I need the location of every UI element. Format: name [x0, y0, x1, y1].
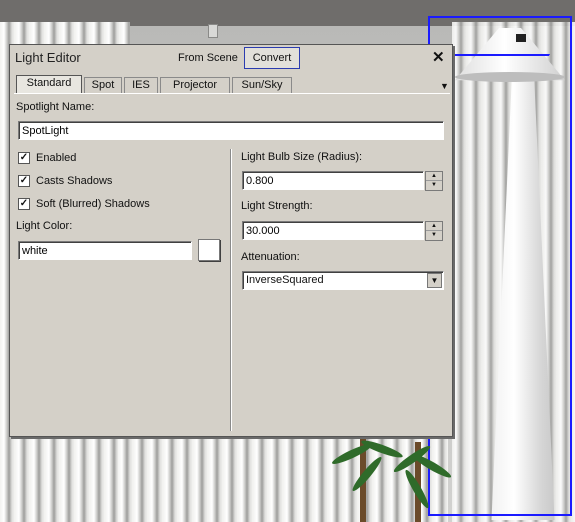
tab-sun-sky[interactable]: Sun/Sky [232, 77, 292, 94]
light-strength-label: Light Strength: [241, 200, 313, 212]
tab-projector[interactable]: Projector [160, 77, 230, 94]
panel-titlebar[interactable]: Light Editor From Scene Convert ✕ [10, 45, 452, 71]
tab-separator [14, 93, 450, 94]
close-icon[interactable]: ✕ [432, 48, 445, 66]
chevron-down-icon[interactable]: ▼ [427, 273, 442, 288]
casts-shadows-label: Casts Shadows [36, 175, 113, 187]
light-strength-input[interactable] [242, 221, 424, 240]
casts-shadows-checkbox[interactable]: ✓ [18, 175, 30, 187]
tab-ies[interactable]: IES [124, 77, 158, 94]
curtain-middle [118, 430, 448, 522]
enabled-checkbox[interactable]: ✓ [18, 152, 30, 164]
light-color-swatch[interactable] [198, 239, 220, 261]
tab-menu-dropdown-icon[interactable]: ▼ [440, 81, 449, 91]
decrement-icon[interactable]: ▼ [426, 181, 442, 190]
increment-icon[interactable]: ▲ [426, 222, 442, 231]
curtain-bracket [208, 24, 218, 38]
decrement-icon[interactable]: ▼ [426, 231, 442, 240]
attenuation-label: Attenuation: [241, 251, 300, 263]
tab-bar: Standard Spot IES Projector Sun/Sky ▼ [14, 75, 450, 94]
attenuation-selected-value: InverseSquared [246, 274, 324, 286]
bulb-size-spinner[interactable]: ▲ ▼ [425, 171, 443, 191]
bulb-size-label: Light Bulb Size (Radius): [241, 151, 363, 163]
light-strength-spinner[interactable]: ▲ ▼ [425, 221, 443, 241]
spotlight-name-label: Spotlight Name: [16, 101, 95, 113]
column-divider [230, 149, 232, 431]
tab-standard[interactable]: Standard [16, 75, 82, 94]
bulb-size-input[interactable] [242, 171, 424, 190]
panel-title: Light Editor [15, 50, 81, 65]
light-editor-panel: Light Editor From Scene Convert ✕ Standa… [9, 44, 453, 437]
increment-icon[interactable]: ▲ [426, 172, 442, 181]
convert-button[interactable]: Convert [244, 47, 300, 69]
enabled-label: Enabled [36, 152, 77, 164]
from-scene-button[interactable]: From Scene [172, 48, 244, 68]
attenuation-select[interactable]: InverseSquared ▼ [242, 271, 444, 290]
light-color-input[interactable] [18, 241, 192, 260]
spotlight-name-input[interactable] [18, 121, 444, 140]
tab-spot[interactable]: Spot [84, 77, 122, 94]
light-color-label: Light Color: [16, 220, 73, 232]
soft-shadows-checkbox[interactable]: ✓ [18, 198, 30, 210]
soft-shadows-label: Soft (Blurred) Shadows [36, 198, 150, 210]
